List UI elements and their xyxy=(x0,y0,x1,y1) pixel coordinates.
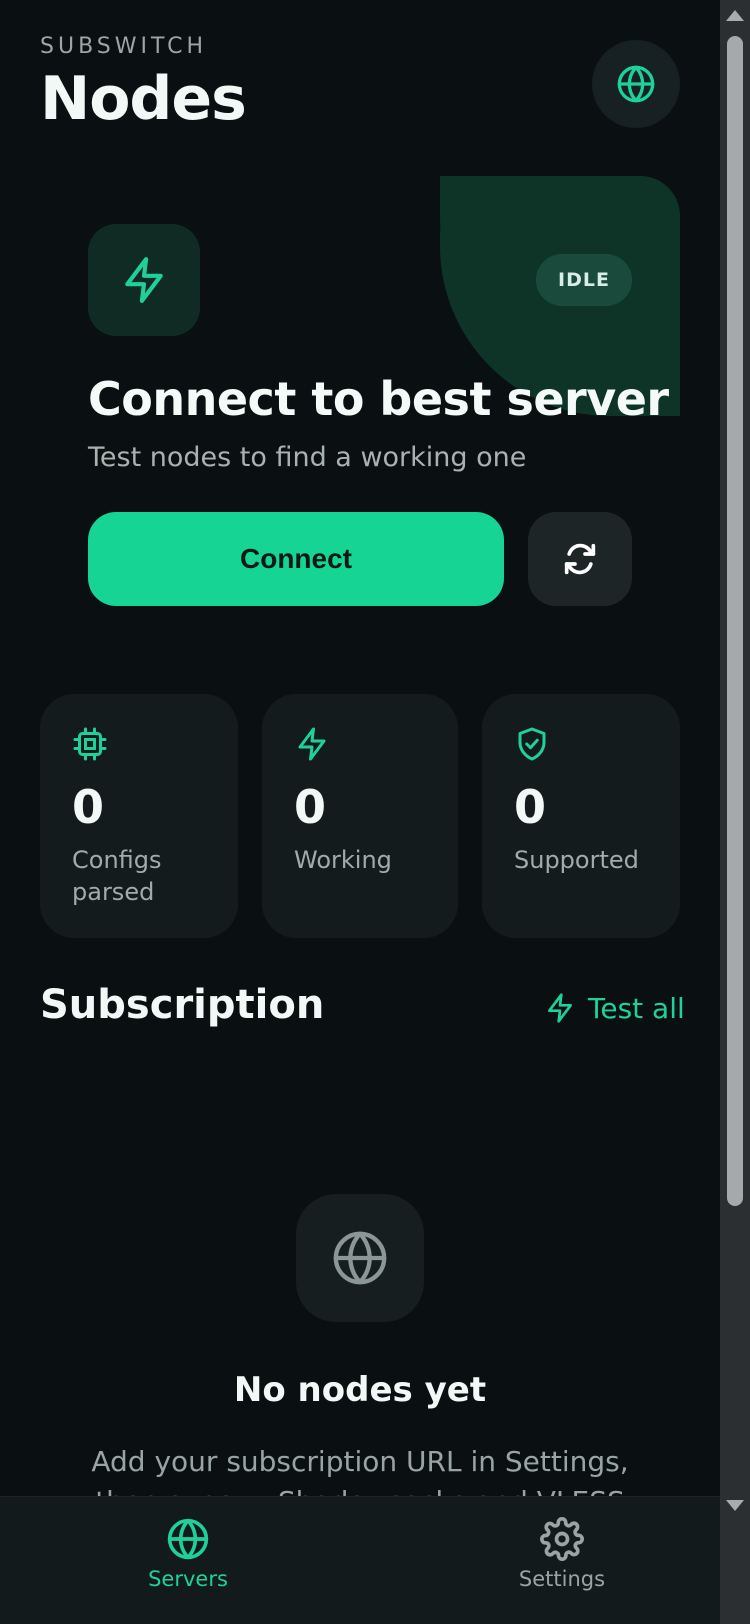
connect-button[interactable]: Connect xyxy=(88,512,504,606)
scrollbar-thumb[interactable] xyxy=(727,36,743,1206)
shield-check-icon xyxy=(518,727,546,761)
empty-state-icon-tile xyxy=(296,1194,424,1322)
stat-label: Supported xyxy=(514,846,639,874)
bottom-nav: Servers Settings xyxy=(0,1496,720,1624)
bolt-icon xyxy=(548,993,572,1023)
stat-card-working: 0 Working xyxy=(262,694,458,938)
stat-label: Working xyxy=(294,846,392,874)
stat-value: 0 xyxy=(514,780,547,834)
nav-label: Settings xyxy=(518,1567,606,1591)
globe-icon xyxy=(333,1231,387,1285)
nav-item-servers[interactable]: Servers xyxy=(108,1517,268,1591)
bolt-icon xyxy=(298,727,326,761)
hero-subtitle: Test nodes to find a working one xyxy=(88,442,527,473)
section-title-subscription: Subscription xyxy=(40,982,325,1028)
stat-value: 0 xyxy=(294,780,327,834)
chip-icon xyxy=(73,727,107,761)
hero-title: Connect to best server xyxy=(88,372,669,426)
status-badge: IDLE xyxy=(536,254,632,306)
page-title: Nodes xyxy=(40,64,247,134)
globe-icon xyxy=(167,1518,209,1560)
region-button[interactable] xyxy=(592,40,680,128)
gear-icon xyxy=(540,1517,584,1561)
app-brand: SUBSWITCH xyxy=(40,34,208,59)
refresh-icon xyxy=(564,543,596,575)
scrollbar[interactable] xyxy=(720,0,750,1624)
app-root: SUBSWITCH Nodes IDLE Connect to best ser… xyxy=(0,0,720,1624)
test-all-button[interactable]: Test all xyxy=(544,986,685,1030)
refresh-button[interactable] xyxy=(528,512,632,606)
connect-card: IDLE Connect to best server Test nodes t… xyxy=(40,176,680,646)
stat-value: 0 xyxy=(72,780,105,834)
scroll-up-arrow-icon[interactable] xyxy=(726,10,744,21)
stat-card-configs: 0 Configs parsed xyxy=(40,694,238,938)
empty-state-title: No nodes yet xyxy=(233,1370,487,1410)
test-all-label: Test all xyxy=(588,991,685,1025)
stat-label: Configs parsed xyxy=(72,846,162,906)
nav-item-settings[interactable]: Settings xyxy=(482,1517,642,1591)
nav-label: Servers xyxy=(148,1567,228,1591)
globe-icon xyxy=(617,65,655,103)
bolt-icon xyxy=(125,257,163,303)
hero-icon-tile xyxy=(88,224,200,336)
scroll-down-arrow-icon[interactable] xyxy=(726,1500,744,1511)
stat-card-supported: 0 Supported xyxy=(482,694,680,938)
